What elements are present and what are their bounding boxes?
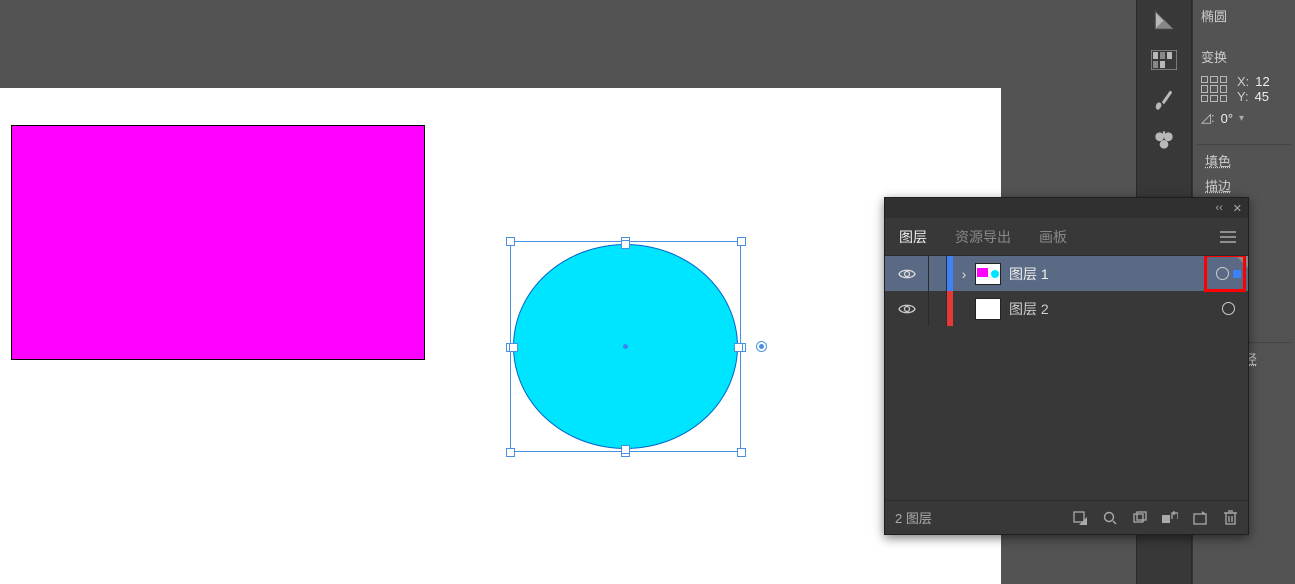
selection-handle-nw[interactable] [506,237,515,246]
expand-toggle[interactable]: › [953,266,975,282]
layer-list: › 图层 1 图层 2 [885,256,1248,500]
x-value[interactable]: 12 [1255,74,1269,89]
anchor-point-right[interactable] [734,343,743,352]
collapse-icon[interactable]: ‹‹ [1215,202,1222,214]
layer-row[interactable]: › 图层 1 [885,256,1248,291]
collect-layer-icon[interactable] [1132,510,1148,526]
visibility-toggle[interactable] [885,291,929,326]
layers-panel: ‹‹ ✕ 图层 资源导出 画板 › 图层 1 [884,197,1249,535]
make-clipping-mask-icon[interactable] [1162,510,1178,526]
selection-handle-ne[interactable] [737,237,746,246]
transform-section-label: 变换 [1201,47,1227,66]
selection-bounding-box [510,241,741,452]
color-guide-icon[interactable] [1150,6,1178,34]
target-icon[interactable] [1216,267,1229,280]
swatches-icon[interactable] [1150,46,1178,74]
corner-triangle-icon [1236,256,1248,268]
layer-thumbnail [975,263,1001,285]
layers-panel-header[interactable]: ‹‹ ✕ [885,198,1248,218]
stroke-label[interactable]: 描边 [1205,176,1231,195]
x-label: X: [1237,74,1249,89]
layer-count-label: 2 图层 [895,508,932,527]
rectangle-shape[interactable] [11,125,425,360]
anchor-point-top[interactable] [621,240,630,249]
layers-panel-tabs: 图层 资源导出 画板 [885,218,1248,256]
reference-point-grid[interactable] [1201,76,1227,102]
y-value[interactable]: 45 [1255,89,1269,104]
angle-value[interactable]: 0° [1221,111,1233,126]
close-icon[interactable]: ✕ [1233,202,1242,215]
angle-label: ◿: [1201,110,1215,126]
target-icon[interactable] [1222,302,1235,315]
symbols-icon[interactable] [1150,126,1178,154]
layers-panel-footer: 2 图层 [885,500,1248,534]
layer-name[interactable]: 图层 1 [1009,264,1208,284]
selection-handle-sw[interactable] [506,448,515,457]
search-icon[interactable] [1102,510,1118,526]
brushes-icon[interactable] [1150,86,1178,114]
visibility-toggle[interactable] [885,256,929,291]
lock-cell[interactable] [929,291,947,326]
tab-artboards[interactable]: 画板 [1025,218,1081,255]
fill-label[interactable]: 填色 [1205,151,1231,170]
panel-menu-icon[interactable] [1208,231,1248,243]
layer-color-indicator [947,291,953,326]
delete-icon[interactable] [1222,510,1238,526]
y-label: Y: [1237,89,1249,104]
anchor-point-bottom[interactable] [621,445,630,454]
selection-indicator[interactable] [1233,270,1241,278]
lock-cell[interactable] [929,256,947,291]
new-layer-icon[interactable] [1192,510,1208,526]
tab-layers[interactable]: 图层 [885,218,941,255]
anchor-point-left[interactable] [509,343,518,352]
layer-name[interactable]: 图层 2 [1009,299,1208,319]
tab-assets-export[interactable]: 资源导出 [941,218,1025,255]
shape-type-label: 椭圆 [1201,6,1227,25]
selection-handle-se[interactable] [737,448,746,457]
locate-object-icon[interactable] [1072,510,1088,526]
dropdown-icon[interactable]: ▾ [1239,113,1244,124]
layer-row[interactable]: 图层 2 [885,291,1248,326]
live-shape-widget[interactable] [756,341,767,352]
layer-thumbnail [975,298,1001,320]
